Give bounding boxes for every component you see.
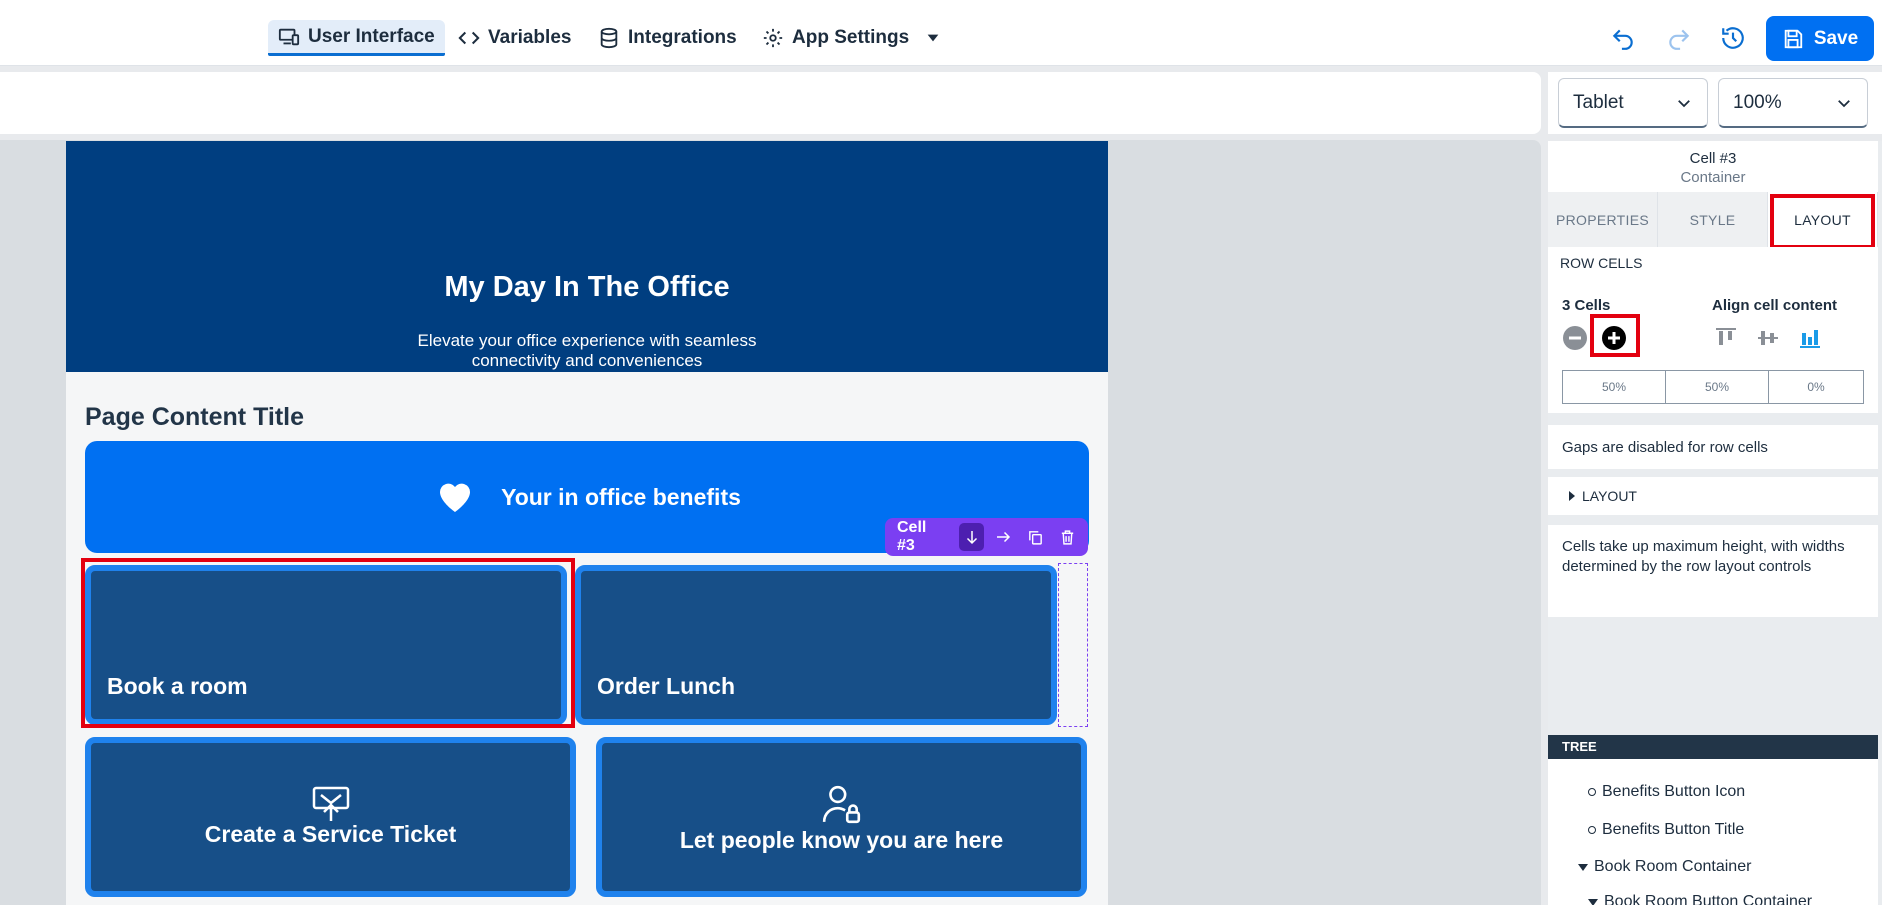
caret-down-icon[interactable]	[925, 30, 941, 46]
devices-icon	[278, 28, 300, 45]
tree-item-label: Benefits Button Title	[1602, 821, 1745, 838]
highlight-layout-tab	[1770, 194, 1875, 249]
gaps-note-card: Gaps are disabled for row cells	[1548, 425, 1878, 469]
tree-item-label: Benefits Button Icon	[1602, 783, 1746, 800]
person-lock-icon	[822, 785, 860, 824]
cell-width-3[interactable]: 0%	[1768, 370, 1864, 404]
tab-label: App Settings	[792, 27, 910, 48]
duplicate-icon[interactable]	[1022, 523, 1048, 551]
gear-icon	[763, 28, 783, 48]
floppy-icon	[1784, 29, 1802, 48]
tab-style[interactable]: STYLE	[1658, 192, 1768, 247]
tab-integrations[interactable]: Integrations	[588, 20, 747, 56]
ticket-upload-icon	[312, 786, 349, 821]
chevron-down-icon	[1838, 99, 1850, 107]
cell-width-2[interactable]: 50%	[1665, 370, 1769, 404]
selected-element-type: Container	[1680, 169, 1746, 186]
tab-label: User Interface	[308, 25, 435, 47]
layout-section-toggle[interactable]: LAYOUT	[1548, 477, 1878, 515]
align-middle-icon[interactable]	[1756, 327, 1780, 349]
align-top-icon[interactable]	[1714, 327, 1738, 349]
history-icon[interactable]	[1719, 24, 1747, 52]
cell-toolbar: Cell #3	[885, 518, 1088, 556]
gaps-note: Gaps are disabled for row cells	[1562, 439, 1768, 456]
presence-label: Let people know you are here	[679, 827, 1004, 853]
top-toolbar: User Interface Variables Integrations Ap…	[0, 0, 1882, 66]
layout-section-label: LAYOUT	[1582, 488, 1637, 504]
save-button[interactable]: Save	[1766, 16, 1874, 61]
tree-item[interactable]: Benefits Button Icon	[1588, 783, 1745, 801]
caret-right-icon	[1569, 491, 1575, 501]
layout-note-card: Cells take up maximum height, with width…	[1548, 525, 1878, 617]
tree-item[interactable]: Benefits Button Title	[1588, 821, 1744, 839]
tab-app-settings[interactable]: App Settings	[752, 20, 951, 56]
service-ticket-tile[interactable]: Create a Service Ticket	[85, 737, 576, 897]
tree-heading: TREE	[1548, 735, 1878, 759]
presence-tile[interactable]: Let people know you are here	[596, 737, 1087, 897]
hero-subtitle: Elevate your office experience with seam…	[417, 331, 757, 370]
align-bottom-icon[interactable]	[1798, 327, 1822, 349]
heart-icon	[440, 483, 471, 512]
tab-variables[interactable]: Variables	[448, 20, 581, 56]
code-icon	[458, 31, 480, 45]
cell-toolbar-label: Cell #3	[897, 519, 927, 554]
service-ticket-label: Create a Service Ticket	[204, 821, 457, 847]
move-down-icon[interactable]	[958, 523, 985, 551]
redo-icon[interactable]	[1665, 24, 1693, 52]
remove-cell-icon[interactable]	[1562, 325, 1588, 351]
cell-width-1[interactable]: 50%	[1562, 370, 1666, 404]
tree-item-label: Book Room Button Container	[1604, 893, 1813, 905]
page-content-title[interactable]: Page Content Title	[85, 403, 304, 432]
hero-title: My Day In The Office	[444, 271, 730, 303]
element-tree: TREE Benefits Button Icon Benefits Butto…	[1548, 735, 1878, 905]
properties-panel: Cell #3 Container PROPERTIES STYLE LAYOU…	[1548, 141, 1882, 905]
benefits-label: Your in office benefits	[501, 483, 741, 510]
caret-down-icon	[1578, 863, 1588, 871]
layout-note: Cells take up maximum height, with width…	[1562, 538, 1845, 575]
caret-down-icon	[1588, 898, 1598, 905]
tree-item-label: Book Room Container	[1594, 858, 1752, 875]
device-value: Tablet	[1573, 91, 1624, 113]
move-right-icon[interactable]	[990, 523, 1016, 551]
empty-cell-3[interactable]	[1058, 563, 1088, 727]
tree-item[interactable]: Book Room Button Container	[1588, 893, 1812, 905]
panel-header: Cell #3 Container	[1548, 141, 1878, 192]
bullet-icon	[1588, 788, 1596, 796]
hero-banner[interactable]: My Day In The Office Elevate your office…	[66, 141, 1108, 372]
order-lunch-tile[interactable]: Order Lunch	[575, 565, 1057, 725]
zoom-select[interactable]: 100%	[1718, 78, 1868, 128]
highlight-add-cell	[1590, 314, 1640, 357]
undo-icon[interactable]	[1609, 24, 1637, 52]
selected-element-title: Cell #3	[1689, 150, 1737, 167]
bullet-icon	[1588, 826, 1596, 834]
canvas-toolbar	[0, 72, 1541, 134]
order-lunch-label: Order Lunch	[597, 673, 736, 699]
tab-user-interface[interactable]: User Interface	[268, 20, 445, 56]
tab-label: Integrations	[628, 27, 737, 48]
database-icon	[600, 27, 618, 49]
tab-properties[interactable]: PROPERTIES	[1548, 192, 1658, 247]
highlight-book-room	[81, 558, 575, 728]
delete-icon[interactable]	[1054, 523, 1080, 551]
row-cells-heading: ROW CELLS	[1560, 255, 1643, 271]
save-label: Save	[1813, 27, 1859, 49]
zoom-value: 100%	[1733, 91, 1782, 113]
cells-count: 3 Cells	[1562, 297, 1611, 314]
chevron-down-icon	[1678, 99, 1690, 107]
tab-label: Variables	[488, 27, 572, 48]
align-label: Align cell content	[1712, 297, 1838, 314]
device-select[interactable]: Tablet	[1558, 78, 1708, 128]
preview-controls: Tablet 100%	[1548, 72, 1882, 134]
tree-item[interactable]: Book Room Container	[1578, 858, 1751, 876]
